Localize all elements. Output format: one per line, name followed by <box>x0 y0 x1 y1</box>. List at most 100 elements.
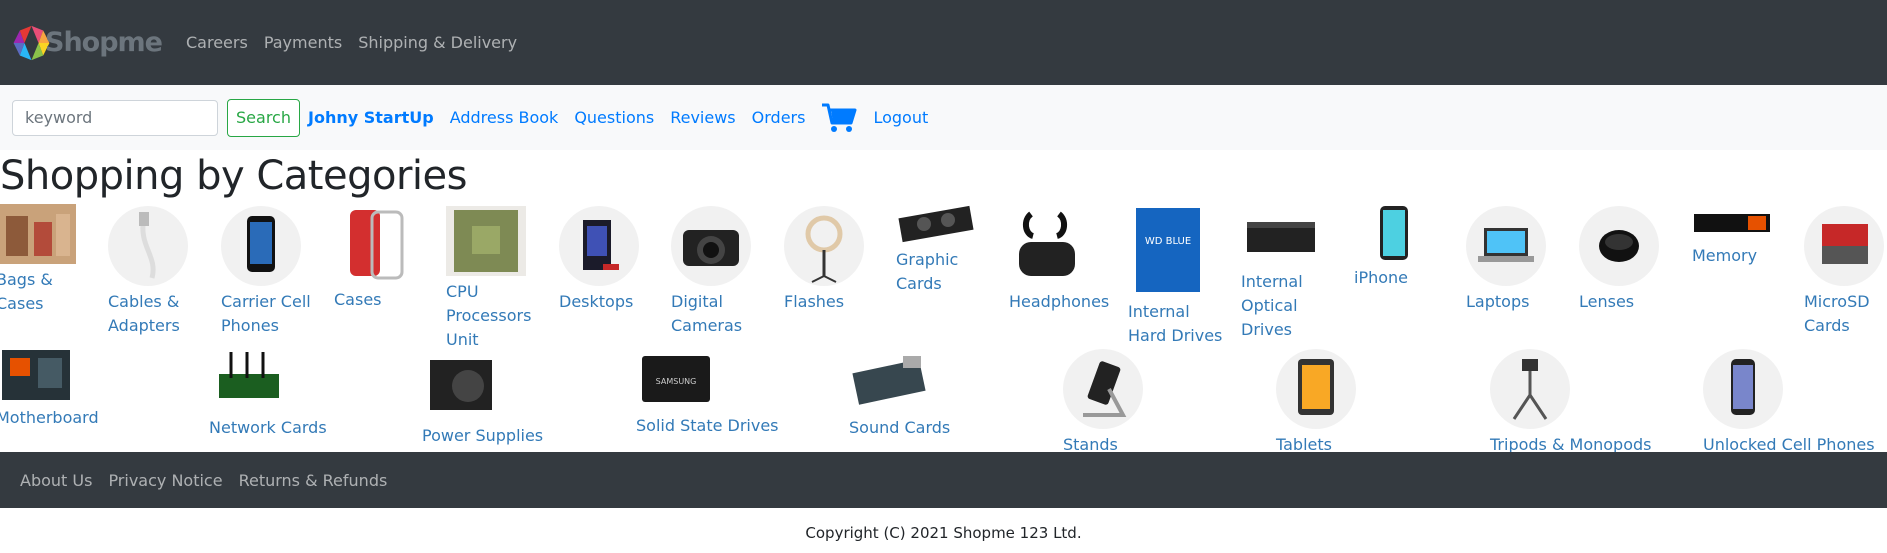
top-nav: Careers Payments Shipping & Delivery <box>186 33 533 52</box>
category-label: Motherboard <box>0 408 99 427</box>
category-label: Bags & Cases <box>0 270 53 313</box>
category-label: Lenses <box>1579 292 1635 311</box>
unlocked-cell-phones-image <box>1703 349 1783 429</box>
logout-link[interactable]: Logout <box>873 108 928 127</box>
category-label: Sound Cards <box>849 418 951 437</box>
shopping-cart-icon[interactable] <box>821 102 857 134</box>
nav-address-book[interactable]: Address Book <box>450 108 559 127</box>
nav-questions[interactable]: Questions <box>574 108 654 127</box>
category-memory[interactable]: Memory <box>1692 204 1772 268</box>
bags-cases-image <box>0 204 76 264</box>
shopme-logo[interactable]: Shopme <box>12 17 163 69</box>
category-headphones[interactable]: Headphones <box>1009 206 1109 314</box>
category-label: Cases <box>334 290 382 309</box>
category-label: Memory <box>1692 246 1758 265</box>
category-grid: Bags & Cases Cables & Adapters Carrier Cel… <box>0 204 1887 454</box>
category-label: Graphic Cards <box>896 250 959 293</box>
nav-orders[interactable]: Orders <box>752 108 806 127</box>
headphones-image <box>1009 206 1089 286</box>
footer-navbar: About Us Privacy Notice Returns & Refund… <box>0 452 1887 508</box>
category-tripods-monopods[interactable]: Tripods & Monopods <box>1490 349 1652 457</box>
copyright-text: Copyright (C) 2021 Shopme 123 Ltd. <box>805 524 1082 542</box>
category-label: Flashes <box>784 292 845 311</box>
top-navbar: Shopme Careers Payments Shipping & Deliv… <box>0 0 1887 85</box>
category-tablets[interactable]: Tablets <box>1276 349 1356 457</box>
category-label: Desktops <box>559 292 634 311</box>
category-label: MicroSD Cards <box>1804 292 1870 335</box>
footer-privacy-notice[interactable]: Privacy Notice <box>108 471 222 490</box>
category-sound-cards[interactable]: Sound Cards <box>849 348 950 440</box>
search-input[interactable] <box>12 99 218 136</box>
laptops-image <box>1466 206 1546 286</box>
category-label: Power Supplies <box>422 426 544 445</box>
category-network-cards[interactable]: Network Cards <box>209 348 327 440</box>
category-label: Carrier Cell Phones <box>221 292 311 335</box>
motherboard-image <box>0 348 76 402</box>
category-label: Laptops <box>1466 292 1530 311</box>
category-cables-adapters[interactable]: Cables & Adapters <box>108 206 188 338</box>
category-microsd-cards[interactable]: MicroSD Cards <box>1804 206 1884 338</box>
search-button[interactable]: Search <box>227 98 300 137</box>
internal-hard-drives-image: WD BLUE <box>1128 204 1208 296</box>
category-laptops[interactable]: Laptops <box>1466 206 1546 314</box>
category-stands[interactable]: Stands <box>1063 349 1143 457</box>
internal-optical-drives-image <box>1241 204 1321 266</box>
category-label: Network Cards <box>209 418 327 437</box>
stands-image <box>1063 349 1143 429</box>
category-cases[interactable]: Cases <box>334 204 414 312</box>
category-label: Cables & Adapters <box>108 292 180 335</box>
cases-image <box>334 204 414 284</box>
category-motherboard[interactable]: Motherboard <box>0 348 99 430</box>
category-bags-cases[interactable]: Bags & Cases <box>0 204 76 316</box>
desktops-image <box>559 206 639 286</box>
network-cards-image <box>209 348 289 412</box>
solid-state-drives-image: SAMSUNG <box>636 348 716 410</box>
memory-image <box>1692 204 1772 240</box>
nav-reviews[interactable]: Reviews <box>670 108 735 127</box>
graphic-cards-image <box>896 204 976 244</box>
category-label: CPU Processors Unit <box>446 282 532 349</box>
brand-name: Shopme <box>45 27 163 58</box>
tablets-image <box>1276 349 1356 429</box>
category-desktops[interactable]: Desktops <box>559 206 639 314</box>
category-solid-state-drives[interactable]: SAMSUNG Solid State Drives <box>636 348 779 438</box>
category-power-supplies[interactable]: Power Supplies <box>422 348 543 448</box>
category-label: iPhone <box>1354 268 1409 287</box>
page-title: Shopping by Categories <box>0 153 467 199</box>
category-unlocked-cell-phones[interactable]: Unlocked Cell Phones <box>1703 349 1875 457</box>
user-navbar: Search Johny StartUp Address Book Questi… <box>0 85 1887 150</box>
category-carrier-cell-phones[interactable]: Carrier Cell Phones <box>221 206 311 338</box>
svg-text:SAMSUNG: SAMSUNG <box>656 377 697 386</box>
user-account-link[interactable]: Johny StartUp <box>308 108 434 127</box>
carrier-cell-phones-image <box>221 206 301 286</box>
sound-cards-image <box>849 348 929 412</box>
category-lenses[interactable]: Lenses <box>1579 206 1659 314</box>
cpu-processors-image <box>446 206 526 276</box>
category-label: Headphones <box>1009 292 1110 311</box>
category-cpu-processors-unit[interactable]: CPU Processors Unit <box>446 206 531 352</box>
user-nav: Johny StartUp Address Book Questions Rev… <box>308 102 944 134</box>
iphone-image <box>1354 204 1434 262</box>
category-internal-hard-drives[interactable]: WD BLUE Internal Hard Drives <box>1128 204 1222 348</box>
nav-payments[interactable]: Payments <box>264 33 342 52</box>
category-digital-cameras[interactable]: Digital Cameras <box>671 206 751 338</box>
tripods-monopods-image <box>1490 349 1570 429</box>
nav-careers[interactable]: Careers <box>186 33 248 52</box>
footer-returns-refunds[interactable]: Returns & Refunds <box>239 471 388 490</box>
cables-adapters-image <box>108 206 188 286</box>
category-graphic-cards[interactable]: Graphic Cards <box>896 204 976 296</box>
category-internal-optical-drives[interactable]: Internal Optical Drives <box>1241 204 1321 342</box>
flashes-image <box>784 206 864 286</box>
microsd-cards-image <box>1804 206 1884 286</box>
category-label: Internal Hard Drives <box>1128 302 1223 345</box>
digital-cameras-image <box>671 206 751 286</box>
category-label: Internal Optical Drives <box>1241 272 1303 339</box>
category-iphone[interactable]: iPhone <box>1354 204 1434 290</box>
category-label: Solid State Drives <box>636 416 779 435</box>
power-supplies-image <box>422 348 502 420</box>
svg-text:WD BLUE: WD BLUE <box>1145 236 1191 247</box>
category-flashes[interactable]: Flashes <box>784 206 864 314</box>
nav-shipping-delivery[interactable]: Shipping & Delivery <box>358 33 517 52</box>
lenses-image <box>1579 206 1659 286</box>
footer-about-us[interactable]: About Us <box>20 471 92 490</box>
